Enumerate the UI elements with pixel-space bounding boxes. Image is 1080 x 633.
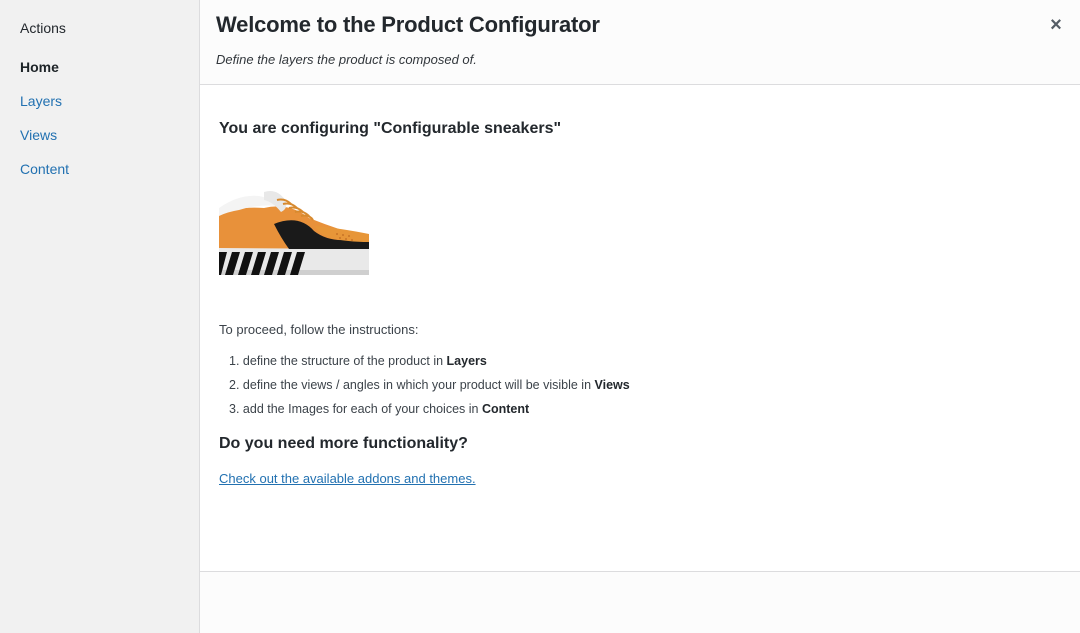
sidebar-item-layers[interactable]: Layers xyxy=(20,93,62,109)
page-title: Welcome to the Product Configurator xyxy=(216,12,600,37)
sneaker-image xyxy=(219,191,369,275)
list-item: 3. add the Images for each of your choic… xyxy=(229,402,529,416)
modal-header: Welcome to the Product Configurator Defi… xyxy=(200,0,1080,85)
step-number: 3. xyxy=(229,402,240,416)
sidebar-item-home[interactable]: Home xyxy=(20,59,59,75)
step-emphasis: Views xyxy=(594,378,630,392)
step-text: define the views / angles in which your … xyxy=(242,378,595,392)
more-functionality-heading: Do you need more functionality? xyxy=(219,435,468,452)
addons-themes-link[interactable]: Check out the available addons and theme… xyxy=(219,471,476,486)
step-text: define the structure of the product in xyxy=(242,354,447,368)
sidebar-item-views[interactable]: Views xyxy=(20,127,57,143)
step-number: 2. xyxy=(229,378,240,392)
product-name: "Configurable sneakers" xyxy=(373,120,562,137)
configuring-prefix: You are configuring xyxy=(219,120,374,137)
page-subtitle: Define the layers the product is compose… xyxy=(216,52,477,67)
list-item: 2. define the views / angles in which yo… xyxy=(229,378,630,392)
sidebar-item-content[interactable]: Content xyxy=(20,161,69,177)
sidebar-heading: Actions xyxy=(20,20,66,36)
sidebar: Actions Home Layers Views Content xyxy=(0,0,200,633)
list-item: 1. define the structure of the product i… xyxy=(229,354,487,368)
close-icon[interactable]: × xyxy=(1048,15,1064,35)
step-text: add the Images for each of your choices … xyxy=(242,402,482,416)
step-emphasis: Layers xyxy=(446,354,487,368)
step-number: 1. xyxy=(229,354,240,368)
configuring-heading: You are configuring "Configurable sneake… xyxy=(219,120,561,138)
step-emphasis: Content xyxy=(481,402,530,416)
main-panel: Welcome to the Product Configurator Defi… xyxy=(200,0,1080,633)
modal-footer xyxy=(200,571,1080,633)
instructions-intro: To proceed, follow the instructions: xyxy=(219,322,419,337)
